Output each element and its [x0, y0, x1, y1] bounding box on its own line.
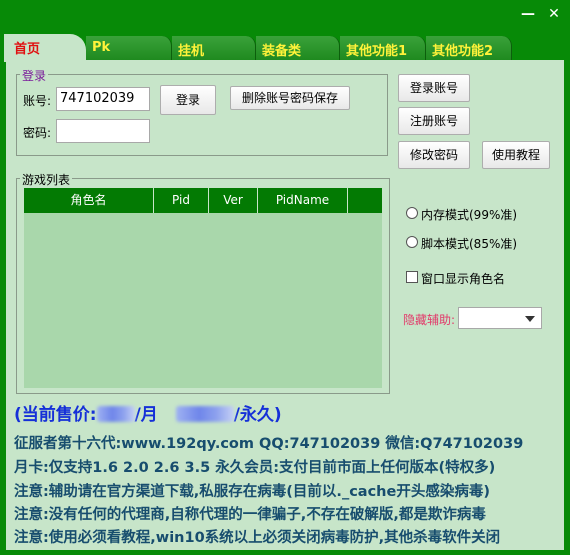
notice-line: 注意:没有任何的代理商,自称代理的一律骗子,不存在破解版,都是欺诈病毒 [14, 507, 486, 523]
login-group-title: 登录 [20, 67, 49, 84]
column-role-name[interactable]: 角色名 [24, 188, 154, 213]
login-button[interactable]: 登录 [160, 85, 216, 115]
script-mode-radio[interactable] [406, 236, 418, 248]
tab-home[interactable]: 首页 [4, 34, 86, 62]
tutorial-button[interactable]: 使用教程 [482, 141, 550, 169]
show-role-name-checkbox[interactable] [406, 271, 418, 283]
redacted-monthly-price [96, 406, 135, 422]
price-forever-suffix: /永久) [233, 405, 282, 425]
price-line: (当前售价: /月 /永久) [14, 400, 282, 425]
account-input[interactable]: 747102039 [56, 87, 150, 111]
close-icon[interactable]: ✕ [546, 6, 562, 22]
password-input[interactable] [56, 119, 150, 143]
hidden-assist-label: 隐藏辅助: [403, 313, 456, 327]
home-panel: 登录 账号: 747102039 密码: 登录 删除账号密码保存 登录账号 注册… [6, 60, 564, 550]
register-account-button[interactable]: 注册账号 [398, 107, 470, 135]
game-list-header: 角色名 Pid Ver PidName [24, 188, 382, 213]
game-list-title: 游戏列表 [20, 171, 73, 188]
column-extra[interactable] [348, 188, 382, 213]
column-pidname[interactable]: PidName [258, 188, 348, 213]
login-account-button[interactable]: 登录账号 [398, 74, 470, 102]
tab-other-2[interactable]: 其他功能2 [426, 36, 512, 60]
notice-line: 月卡:仅支持1.6 2.0 2.6 3.5 永久会员:支付目前市面上任何版本(特… [14, 460, 496, 476]
account-label: 账号: [23, 94, 52, 108]
password-label: 密码: [23, 126, 52, 140]
memory-mode-label[interactable]: 内存模式(99%准) [421, 206, 517, 223]
tab-equipment[interactable]: 装备类 [256, 36, 340, 60]
change-password-button[interactable]: 修改密码 [398, 141, 470, 169]
hidden-assist-select[interactable] [458, 307, 542, 329]
tab-pk[interactable]: Pk [86, 36, 172, 60]
redacted-forever-price [175, 406, 234, 422]
script-mode-label[interactable]: 脚本模式(85%准) [421, 235, 517, 252]
column-ver[interactable]: Ver [209, 188, 258, 213]
column-pid[interactable]: Pid [154, 188, 209, 213]
price-month-suffix: /月 [134, 405, 158, 425]
delete-saved-credentials-button[interactable]: 删除账号密码保存 [230, 86, 350, 110]
minimize-icon[interactable]: — [520, 6, 536, 22]
price-prefix: (当前售价: [14, 405, 97, 425]
chevron-down-icon[interactable] [525, 316, 535, 322]
memory-mode-radio[interactable] [406, 207, 418, 219]
tab-other-1[interactable]: 其他功能1 [340, 36, 426, 60]
notice-line: 注意:辅助请在官方渠道下载,私服存在病毒(目前以._cache开头感染病毒) [14, 484, 490, 500]
game-list-body[interactable] [24, 213, 382, 388]
tab-idle[interactable]: 挂机 [172, 36, 256, 60]
show-role-name-label[interactable]: 窗口显示角色名 [421, 270, 505, 287]
notice-line: 征服者第十六代:www.192qy.com QQ:747102039 微信:Q7… [14, 436, 524, 452]
notice-line: 注意:使用必须看教程,win10系统以上必须关闭病毒防护,其他杀毒软件关闭 [14, 530, 501, 546]
